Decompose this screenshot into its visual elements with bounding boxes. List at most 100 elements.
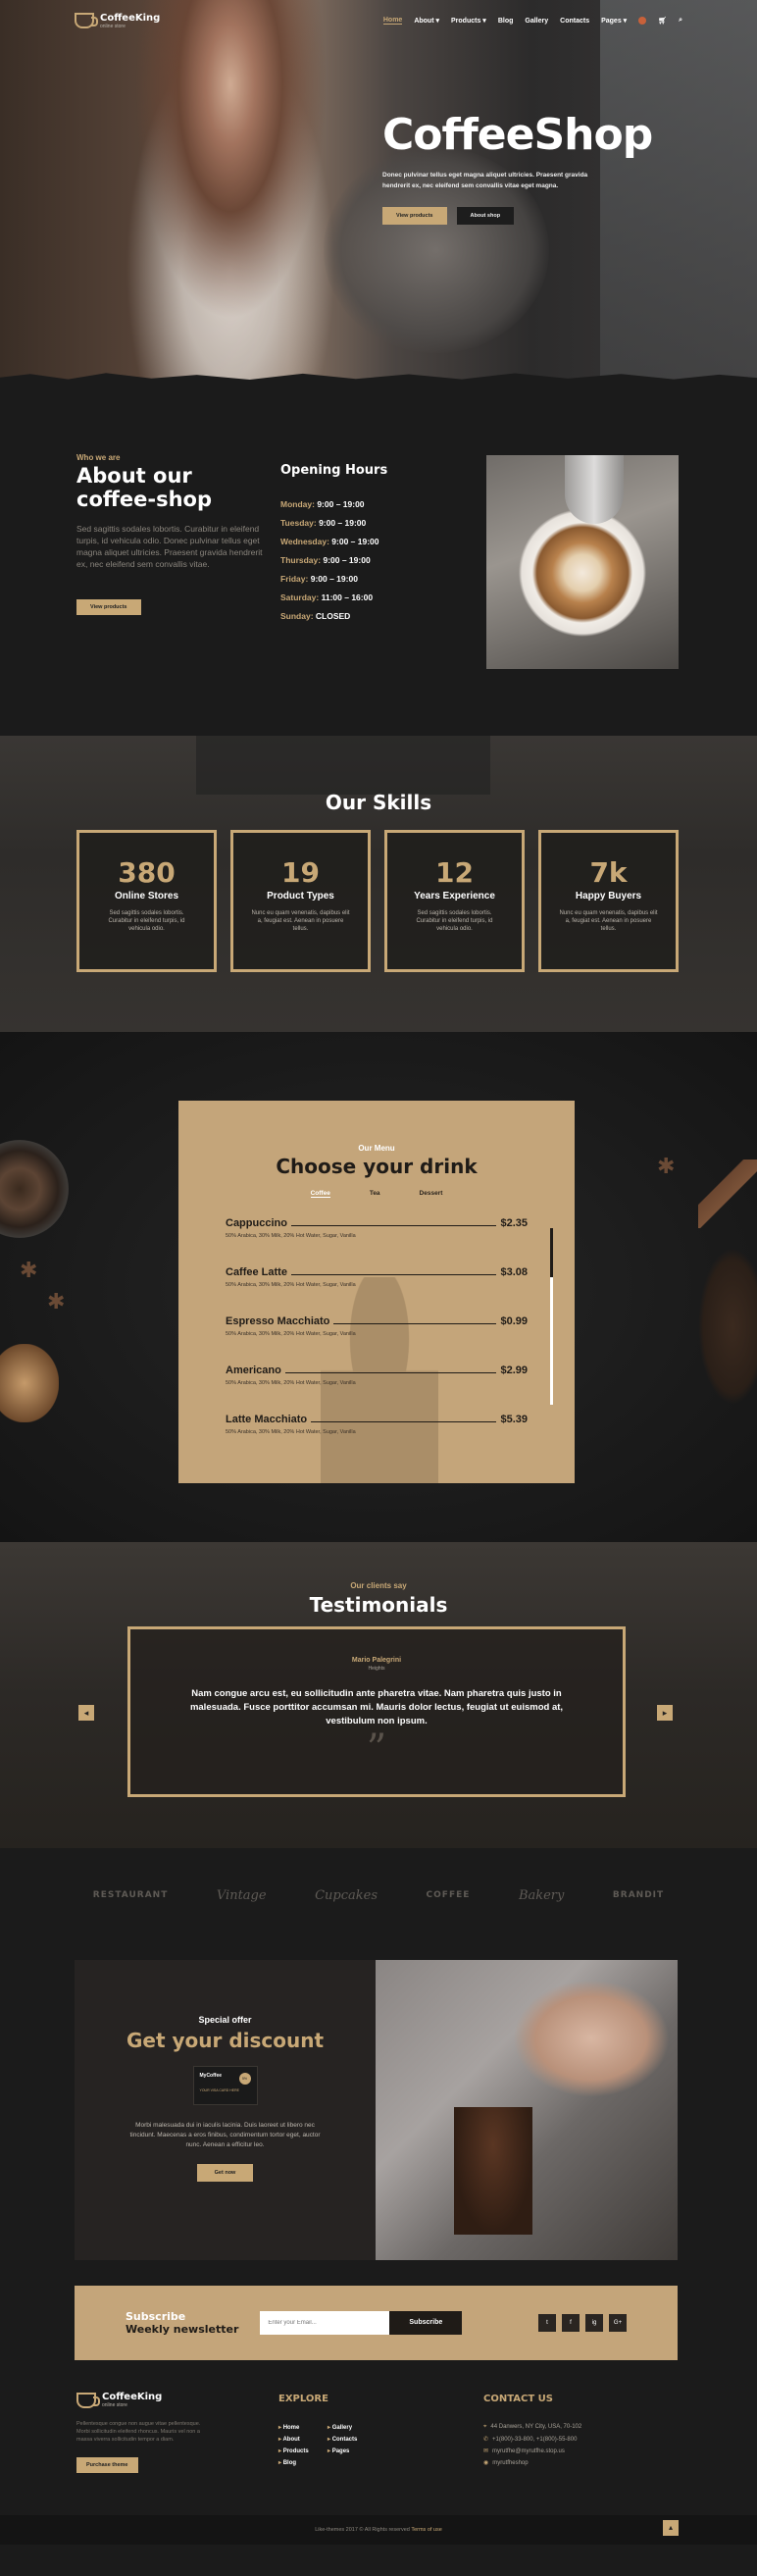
subscribe-button[interactable]: Subscribe bbox=[389, 2311, 463, 2335]
menu-item-description: 50% Arabica, 30% Milk, 20% Hot Water, Su… bbox=[226, 1282, 356, 1288]
logo-name: CoffeeKing bbox=[100, 12, 161, 24]
next-arrow-icon[interactable]: ▸ bbox=[657, 1705, 673, 1721]
facebook-icon[interactable]: f bbox=[562, 2314, 580, 2332]
testimonials-title: Testimonials bbox=[309, 1593, 448, 1617]
coffee-cup-image bbox=[0, 1140, 69, 1238]
footer-link-about[interactable]: About bbox=[278, 2436, 328, 2443]
subscribe-title-top: Subscribe bbox=[126, 2310, 186, 2323]
testimonial-quote: Nam congue arcu est, eu sollicitudin ant… bbox=[189, 1688, 564, 1726]
about-view-products-button[interactable]: View products bbox=[76, 599, 141, 615]
google-plus-icon[interactable]: G+ bbox=[609, 2314, 627, 2332]
star-anise-icon: ✱ bbox=[47, 1289, 66, 1314]
menu-item-name: Americano bbox=[226, 1365, 281, 1376]
card-badge: 5% bbox=[238, 2073, 251, 2085]
scroll-to-top-icon[interactable]: ▴ bbox=[663, 2520, 679, 2536]
hours-time: 11:00 – 16:00 bbox=[321, 592, 374, 602]
offer-subtitle: Special offer bbox=[198, 2015, 252, 2025]
brand-logos: RESTAURANT Vintage Cupcakes COFFEE Baker… bbox=[0, 1848, 757, 1942]
footer-logo[interactable]: CoffeeKing online store bbox=[76, 2392, 204, 2408]
brand-logo: BRANDIT bbox=[612, 1890, 665, 1900]
footer-link-home[interactable]: Home bbox=[278, 2424, 328, 2431]
menu-scrollbar[interactable] bbox=[550, 1228, 553, 1405]
contact-skype-text: myrutfheshop bbox=[492, 2460, 529, 2466]
menu-item-description: 50% Arabica, 30% Milk, 20% Hot Water, Su… bbox=[226, 1331, 356, 1337]
contact-phone: ✆ +1(800)-33-800, +1(800)-55-800 bbox=[483, 2436, 581, 2443]
tab-dessert[interactable]: Dessert bbox=[420, 1190, 443, 1198]
email-input[interactable] bbox=[260, 2311, 390, 2335]
footer-logo-name: CoffeeKing bbox=[102, 2392, 163, 2402]
cafe-menu-board-image bbox=[196, 736, 490, 795]
brand-logo: Cupcakes bbox=[315, 1887, 378, 1903]
brand-logo: Vintage bbox=[216, 1887, 267, 1903]
nav-about[interactable]: About ▾ bbox=[414, 17, 439, 25]
contact-skype[interactable]: ◉ myrutfheshop bbox=[483, 2459, 581, 2466]
subscribe-title-bottom: Weekly newsletter bbox=[126, 2323, 239, 2336]
prev-arrow-icon[interactable]: ◂ bbox=[78, 1705, 94, 1721]
skills-title: Our Skills bbox=[325, 791, 432, 814]
menu-item: Latte Macchiato $5.39 50% Arabica, 30% Mi… bbox=[226, 1414, 528, 1435]
logo-subtitle: online store bbox=[100, 23, 126, 29]
testimonial-author: Mario Palegrini bbox=[351, 1657, 402, 1664]
latte-art-image bbox=[486, 455, 679, 669]
menu-item-description: 50% Arabica, 30% Milk, 20% Hot Water, Su… bbox=[226, 1429, 356, 1435]
footer-logo-subtitle: online store bbox=[102, 2402, 127, 2408]
tab-tea[interactable]: Tea bbox=[370, 1190, 380, 1198]
hours-row: Thursday: 9:00 – 19:00 bbox=[280, 555, 457, 565]
about-text: Sed sagittis sodales lobortis. Curabitur… bbox=[76, 524, 263, 569]
view-products-button[interactable]: View products bbox=[382, 207, 447, 225]
skill-label: Product Types bbox=[267, 891, 334, 902]
menu-item-name: Caffee Latte bbox=[226, 1266, 287, 1278]
hours-row: Saturday: 11:00 – 16:00 bbox=[280, 592, 457, 602]
offer-text: Morbi malesuada dui in iaculis lacinia. … bbox=[129, 2122, 321, 2148]
nav-pages[interactable]: Pages ▾ bbox=[601, 17, 627, 25]
contact-email-text: myrutfhe@myrutfhe.stop.us bbox=[492, 2448, 565, 2454]
twitter-icon[interactable]: t bbox=[538, 2314, 556, 2332]
search-icon[interactable]: ⌕ bbox=[679, 17, 682, 25]
contact-address-text: 44 Danwers, NY City, USA, 70-102 bbox=[490, 2424, 582, 2430]
tab-coffee[interactable]: Coffee bbox=[310, 1190, 330, 1198]
testimonials-subtitle: Our clients say bbox=[350, 1581, 407, 1590]
footer-link-products[interactable]: Products bbox=[278, 2447, 328, 2454]
nav-gallery[interactable]: Gallery bbox=[525, 18, 548, 25]
location-icon: ⌖ bbox=[483, 2424, 487, 2430]
skill-number: 380 bbox=[118, 856, 176, 889]
get-now-button[interactable]: Get now bbox=[196, 2164, 254, 2182]
contact-email[interactable]: ✉ myrutfhe@myrutfhe.stop.us bbox=[483, 2447, 581, 2454]
cart-icon[interactable]: 🛒︎ bbox=[658, 17, 667, 25]
bag-image bbox=[454, 2107, 532, 2235]
skill-card: 380 Online Stores Sed sagittis sodales l… bbox=[76, 830, 217, 972]
hours-time: 9:00 – 19:00 bbox=[319, 518, 367, 528]
instagram-icon[interactable]: ig bbox=[585, 2314, 603, 2332]
about-section: Who we are About our coffee-shop Sed sag… bbox=[0, 385, 757, 736]
skill-label: Happy Buyers bbox=[575, 891, 642, 902]
footer-link-blog[interactable]: Blog bbox=[278, 2459, 328, 2466]
menu-item-price: $3.08 bbox=[500, 1266, 528, 1278]
footer-link-pages[interactable]: Pages bbox=[328, 2447, 386, 2454]
footer-link-gallery[interactable]: Gallery bbox=[328, 2424, 386, 2431]
skills-section: Our Skills 380 Online Stores Sed sagitti… bbox=[0, 736, 757, 1032]
menu-item-description: 50% Arabica, 30% Milk, 20% Hot Water, Su… bbox=[226, 1380, 356, 1386]
purchase-theme-button[interactable]: Purchase theme bbox=[76, 2457, 138, 2473]
coffee-cup-icon bbox=[75, 13, 98, 28]
footer-link-contacts[interactable]: Contacts bbox=[328, 2436, 386, 2443]
nav-blog[interactable]: Blog bbox=[498, 18, 514, 25]
logo[interactable]: CoffeeKing online store bbox=[75, 13, 160, 29]
nav-contacts[interactable]: Contacts bbox=[560, 18, 589, 25]
skill-label: Online Stores bbox=[114, 891, 178, 902]
nav-products[interactable]: Products ▾ bbox=[451, 17, 486, 25]
hero-content: CoffeeShop Donec pulvinar tellus eget ma… bbox=[382, 110, 653, 225]
card-label: YOUR VISA CARD HERE bbox=[199, 2088, 239, 2092]
skill-card: 19 Product Types Nunc eu quam venenatis,… bbox=[230, 830, 371, 972]
language-flag-icon[interactable] bbox=[638, 17, 647, 25]
menu-item-name: Latte Macchiato bbox=[226, 1414, 308, 1425]
skill-description: Sed sagittis sodales lobortis. Curabitur… bbox=[108, 910, 185, 932]
contact-title: CONTACT US bbox=[483, 2394, 553, 2404]
skill-description: Nunc eu quam venenatis, dapibus elit a, … bbox=[251, 910, 350, 932]
menu-item: Caffee Latte $3.08 50% Arabica, 30% Milk,… bbox=[226, 1266, 528, 1288]
skill-description: Sed sagittis sodales lobortis. Curabitur… bbox=[416, 910, 493, 932]
terms-link[interactable]: Terms of use bbox=[411, 2527, 441, 2533]
about-shop-button[interactable]: About shop bbox=[456, 207, 515, 225]
cookie-image bbox=[0, 1344, 59, 1422]
hand-image bbox=[513, 1980, 670, 2097]
nav-home[interactable]: Home bbox=[382, 17, 403, 25]
